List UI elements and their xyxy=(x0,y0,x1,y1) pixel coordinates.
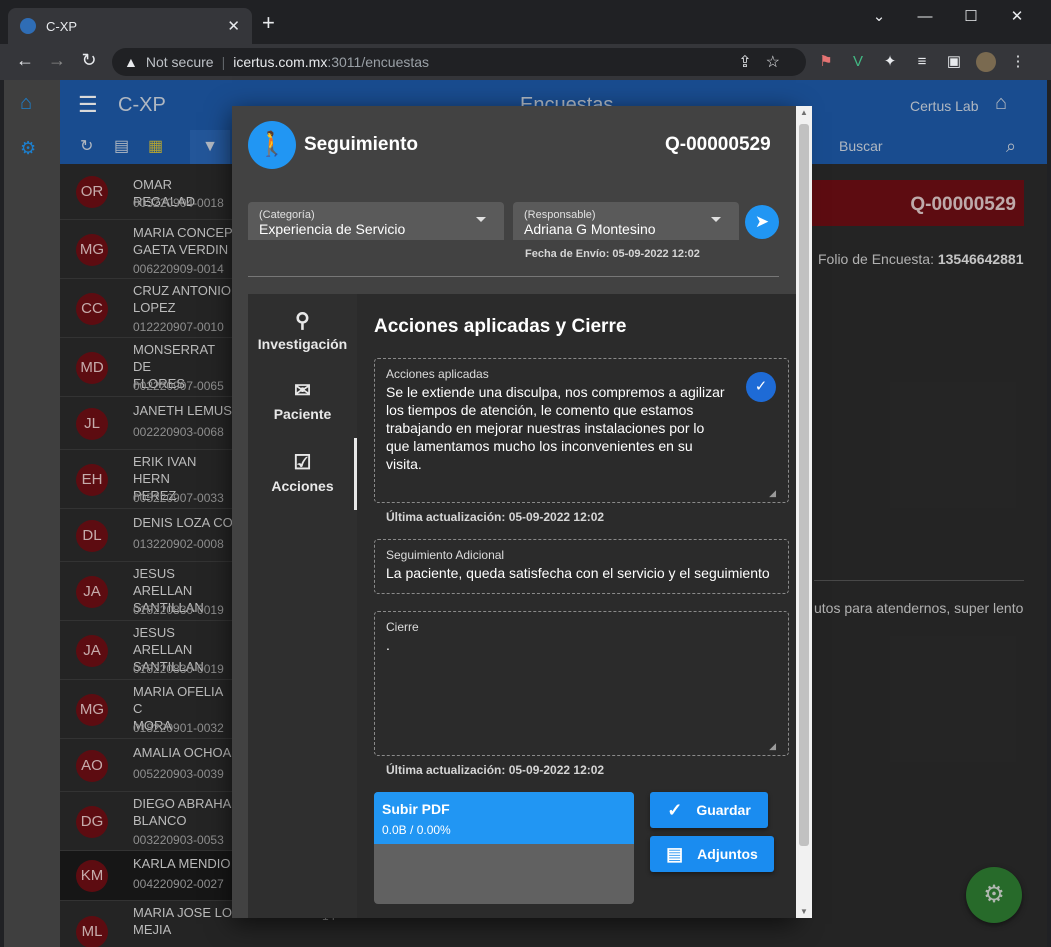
scrollbar-thumb[interactable] xyxy=(799,124,809,846)
extension-icon[interactable]: ⚑ xyxy=(816,52,836,72)
warning-icon[interactable]: ▲ xyxy=(124,54,138,70)
url-host: icertus.com.mx xyxy=(233,54,328,70)
browser-menu-icon[interactable]: ⋮ xyxy=(1008,52,1028,72)
close-window-icon[interactable]: ✕ xyxy=(994,0,1040,32)
pdf-upload-header: Subir PDF 0.0B / 0.00% xyxy=(374,792,634,844)
dialog-scrollbar[interactable]: ▲ ▼ xyxy=(796,106,812,918)
extensions-puzzle-icon[interactable]: ✦ xyxy=(880,52,900,72)
favicon-icon xyxy=(20,18,36,34)
acciones-label: Acciones aplicadas xyxy=(386,367,489,381)
responsable-value: Adriana G Montesino xyxy=(524,221,656,237)
forward-icon[interactable]: → xyxy=(45,50,69,71)
dialog-code: Q-00000529 xyxy=(665,134,771,155)
chevron-down-icon xyxy=(711,217,721,222)
scroll-down-icon[interactable]: ▼ xyxy=(800,907,808,916)
fecha-envio: Fecha de Envío: 05-09-2022 12:02 xyxy=(525,248,700,260)
tab-label: Acciones xyxy=(271,478,334,494)
new-tab-button[interactable]: + xyxy=(262,12,275,34)
vertical-tabs: ⚲ Investigación ✉ Paciente ☑ Acciones xyxy=(248,294,357,918)
cierre-label: Cierre xyxy=(386,620,419,634)
tab-label: Paciente xyxy=(273,406,332,422)
mail-icon: ✉ xyxy=(294,380,311,402)
cierre-value: . xyxy=(386,637,390,653)
security-label: Not secure xyxy=(145,54,214,70)
acciones-updated: Última actualización: 05-09-2022 12:02 xyxy=(386,510,605,524)
person-search-icon: ⚲ xyxy=(295,310,310,332)
pdf-icon: ▤ xyxy=(666,843,684,864)
section-title: Acciones aplicadas y Cierre xyxy=(374,316,627,337)
resize-handle-icon[interactable]: ◢ xyxy=(769,488,776,499)
close-tab-icon[interactable]: ✕ xyxy=(227,17,240,35)
guardar-label: Guardar xyxy=(696,802,751,818)
seguimiento-value: La paciente, queda satisfecha con el ser… xyxy=(386,565,770,581)
walking-person-icon: 🚶 xyxy=(248,121,296,169)
seguimiento-label: Seguimiento Adicional xyxy=(386,548,505,562)
categoria-value: Experiencia de Servicio xyxy=(259,221,406,237)
cierre-updated: Última actualización: 05-09-2022 12:02 xyxy=(386,763,605,777)
check-icon[interactable]: ✓ xyxy=(746,372,776,402)
pdf-upload-title: Subir PDF xyxy=(382,801,450,817)
tab-search-icon[interactable]: ⌄ xyxy=(856,0,902,32)
reload-icon[interactable]: ↻ xyxy=(77,50,101,71)
tab-paciente[interactable]: ✉ Paciente xyxy=(248,378,357,422)
responsable-label: (Responsable) xyxy=(524,209,596,221)
divider xyxy=(248,276,779,277)
minimize-icon[interactable]: — xyxy=(902,0,948,32)
dialog-title: Seguimiento xyxy=(304,134,419,155)
send-icon: ➤ xyxy=(754,212,770,231)
tab-title: C-XP xyxy=(46,18,78,34)
responsable-select[interactable]: (Responsable) Adriana G Montesino xyxy=(513,202,739,240)
share-bookmark-icons[interactable]: ⇪☆ xyxy=(738,52,794,72)
pdf-upload-progress: 0.0B / 0.00% xyxy=(382,823,451,837)
acciones-value: Se le extiende una disculpa, nos comprem… xyxy=(386,384,725,472)
checklist-icon: ☑ xyxy=(293,452,312,474)
cierre-textarea[interactable]: Cierre . ◢ xyxy=(374,611,789,756)
tab-acciones[interactable]: ☑ Acciones xyxy=(248,450,357,494)
side-panel-icon[interactable]: ▣ xyxy=(944,52,964,72)
url-path: :3011/encuestas xyxy=(327,54,430,70)
tab-investigacion[interactable]: ⚲ Investigación xyxy=(248,308,357,352)
scroll-up-icon[interactable]: ▲ xyxy=(800,108,808,117)
adjuntos-button[interactable]: ▤ Adjuntos xyxy=(650,836,774,872)
divider: | xyxy=(221,54,226,70)
back-icon[interactable]: ← xyxy=(13,50,37,71)
categoria-select[interactable]: (Categoría) Experiencia de Servicio xyxy=(248,202,504,240)
guardar-button[interactable]: ✓ Guardar xyxy=(650,792,768,828)
seguimiento-dialog: 🚶 Seguimiento Q-00000529 (Categoría) Exp… xyxy=(232,106,796,918)
media-control-icon[interactable]: ≡ xyxy=(912,52,932,72)
check-icon: ✓ xyxy=(667,799,683,820)
seguimiento-field[interactable]: Seguimiento Adicional La paciente, queda… xyxy=(374,539,789,594)
pdf-upload[interactable]: Subir PDF 0.0B / 0.00% xyxy=(374,792,634,904)
resize-handle-icon[interactable]: ◢ xyxy=(769,741,776,752)
browser-tab[interactable]: C-XP ✕ xyxy=(8,8,252,44)
categoria-label: (Categoría) xyxy=(259,209,315,221)
send-button[interactable]: ➤ xyxy=(745,205,779,239)
profile-avatar[interactable] xyxy=(976,52,996,72)
adjuntos-label: Adjuntos xyxy=(697,846,758,862)
acciones-textarea[interactable]: Acciones aplicadas Se le extiende una di… xyxy=(374,358,789,503)
tab-label: Investigación xyxy=(257,336,348,352)
maximize-icon[interactable]: ☐ xyxy=(948,0,994,32)
vue-extension-icon[interactable]: V xyxy=(848,52,868,72)
chevron-down-icon xyxy=(476,217,486,222)
address-bar[interactable]: ▲ Not secure | icertus.com.mx :3011/encu… xyxy=(112,48,806,76)
